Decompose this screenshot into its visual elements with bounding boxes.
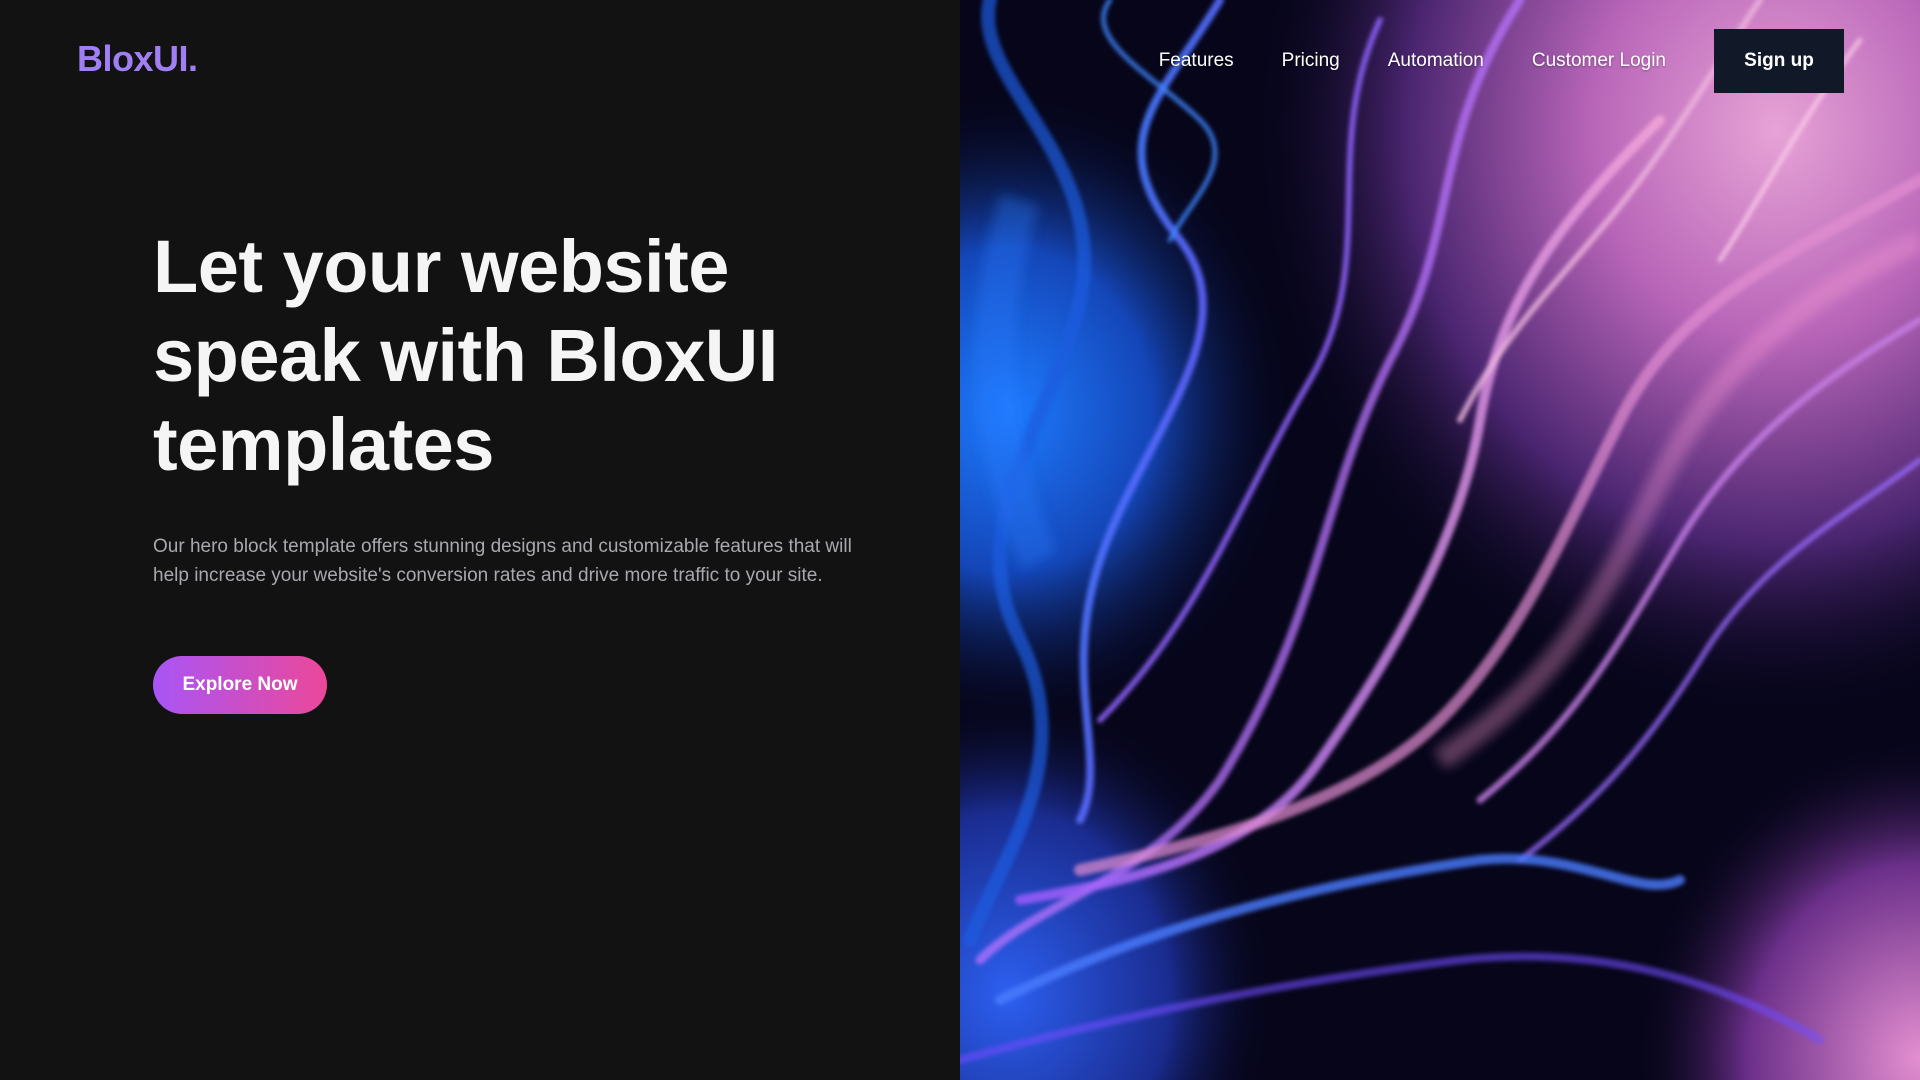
hero-description: Our hero block template offers stunning …: [153, 536, 852, 586]
abstract-fluid-image: [960, 0, 1920, 1080]
explore-now-button[interactable]: Explore Now: [153, 656, 327, 714]
top-nav: Features Pricing Automation Customer Log…: [1159, 29, 1844, 93]
hero-title: Let your website speak with BloxUI templ…: [153, 225, 778, 486]
hero-image: [960, 0, 1920, 1080]
nav-link-features[interactable]: Features: [1159, 50, 1234, 72]
signup-button[interactable]: Sign up: [1714, 29, 1844, 93]
nav-link-automation[interactable]: Automation: [1388, 50, 1484, 72]
logo[interactable]: BloxUI.: [77, 38, 198, 80]
nav-link-customer-login[interactable]: Customer Login: [1532, 50, 1666, 72]
hero-panel: BloxUI. Let your website speak with Blox…: [0, 0, 960, 1080]
nav-link-pricing[interactable]: Pricing: [1282, 50, 1340, 72]
page: BloxUI. Let your website speak with Blox…: [0, 0, 1920, 1080]
